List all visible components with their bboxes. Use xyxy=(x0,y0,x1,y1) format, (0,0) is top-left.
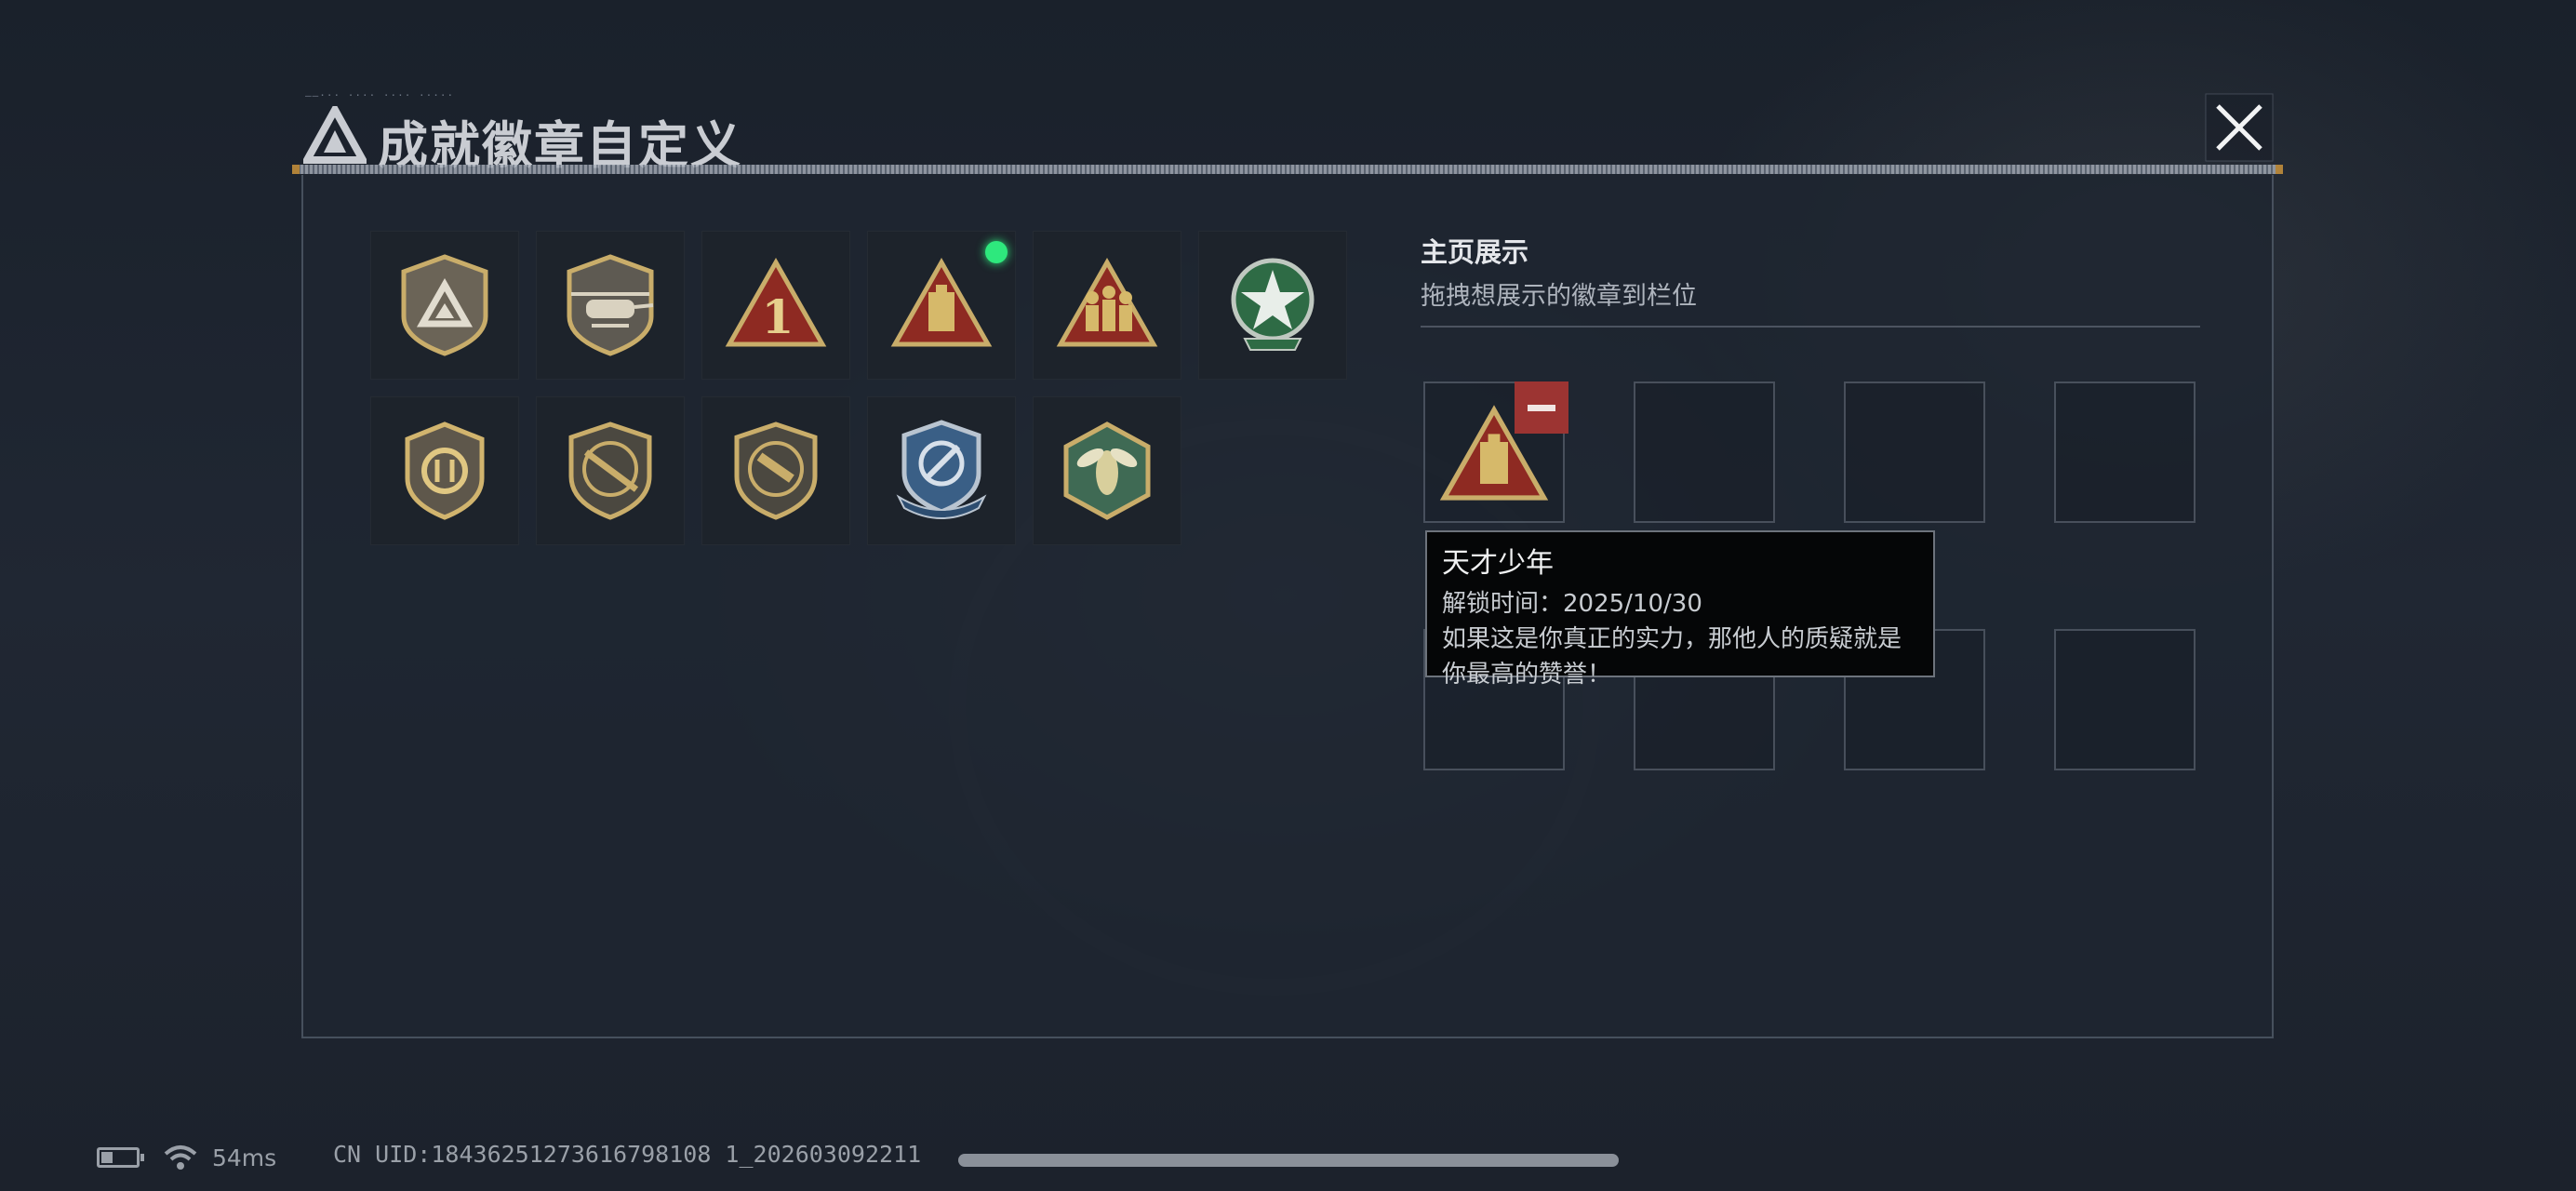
hornet-hexagon-badge-icon xyxy=(1063,422,1151,520)
badge-tooltip: 天才少年 解锁时间：2025/10/30 如果这是你真正的实力，那他人的质疑就是… xyxy=(1425,530,1935,689)
squad-triangle-badge-icon xyxy=(1056,257,1158,347)
user-uid: CN UID:18436251273616798108 1_2026030922… xyxy=(333,1141,922,1168)
wifi-icon xyxy=(164,1145,197,1170)
rifle-shield-badge-icon xyxy=(568,422,652,520)
remove-badge-button[interactable] xyxy=(1515,381,1568,434)
green-star-emblem-badge-icon xyxy=(1231,258,1315,351)
gold-emblem-shield-badge-icon xyxy=(405,422,485,520)
badge-customize-panel: 1 主页展示 拖拽想展示的徽章到栏位 天才少年 解锁时间：2025/10/30 … xyxy=(301,175,2274,1038)
badge-item[interactable] xyxy=(1033,396,1181,545)
status-bar: 54ms xyxy=(97,1141,276,1174)
showcase-slot-2[interactable] xyxy=(1634,381,1775,523)
dialog-titlebar: ——··· ···· ···· ····· 成就徽章自定义 xyxy=(296,89,2279,175)
number-one-triangle-badge-icon: 1 xyxy=(725,257,827,347)
new-indicator-dot xyxy=(985,241,1008,263)
badge-item[interactable] xyxy=(701,396,850,545)
tooltip-unlock-time: 解锁时间：2025/10/30 xyxy=(1442,590,1702,618)
genius-youth-triangle-badge-icon xyxy=(890,257,993,347)
showcase-title: 主页展示 xyxy=(1421,236,1529,268)
showcase-slot-4[interactable] xyxy=(2054,381,2196,523)
title-decoration: ——··· ···· ···· ····· xyxy=(305,89,455,101)
helicopter-badge-icon xyxy=(567,254,654,356)
svg-text:1: 1 xyxy=(762,289,794,344)
badge-item[interactable] xyxy=(536,396,685,545)
badge-item[interactable] xyxy=(1198,231,1347,380)
showcase-slot-8[interactable] xyxy=(2054,629,2196,770)
badge-item[interactable] xyxy=(867,396,1016,545)
smg-shield-badge-icon xyxy=(734,422,818,520)
tooltip-description: 如果这是你真正的实力，那他人的质疑就是你最高的赞誉！ xyxy=(1442,625,1902,689)
showcase-subtitle: 拖拽想展示的徽章到栏位 xyxy=(1421,282,1697,311)
badge-item[interactable] xyxy=(370,396,519,545)
badge-item[interactable]: 1 xyxy=(701,231,850,380)
badge-item[interactable] xyxy=(370,231,519,380)
badge-item[interactable] xyxy=(867,231,1016,380)
badge-item[interactable] xyxy=(1033,231,1181,380)
blue-target-shield-badge-icon xyxy=(896,420,987,519)
close-icon[interactable] xyxy=(2205,93,2274,162)
showcase-divider xyxy=(1421,326,2200,328)
tooltip-badge-name: 天才少年 xyxy=(1442,547,1554,580)
game-logo-icon xyxy=(303,106,367,164)
ping-latency: 54ms xyxy=(212,1144,277,1171)
battery-icon xyxy=(97,1147,144,1168)
minus-icon xyxy=(1528,404,1555,411)
showcase-slot-3[interactable] xyxy=(1844,381,1985,523)
showcase-slot-1[interactable] xyxy=(1423,381,1568,523)
home-indicator[interactable] xyxy=(958,1154,1619,1167)
badge-item[interactable] xyxy=(536,231,685,380)
shield-triangle-badge-icon xyxy=(401,254,488,356)
title-divider xyxy=(292,165,2283,174)
